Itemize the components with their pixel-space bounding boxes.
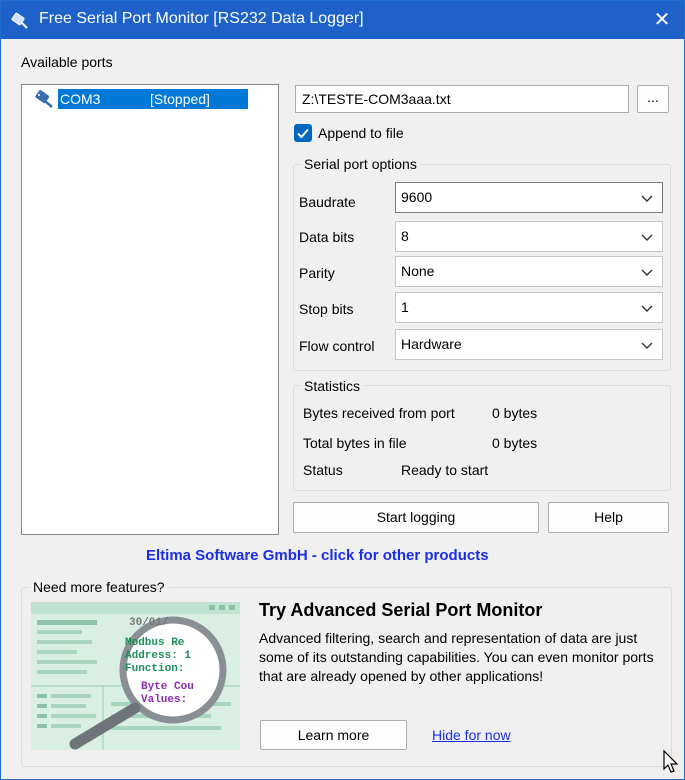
available-ports-label: Available ports bbox=[21, 54, 113, 70]
port-list[interactable]: COM3 [Stopped] bbox=[21, 84, 279, 535]
learn-more-button[interactable]: Learn more bbox=[260, 720, 407, 750]
port-item-selection[interactable]: COM3 [Stopped] bbox=[58, 89, 248, 109]
baudrate-label: Baudrate bbox=[299, 194, 356, 210]
company-link[interactable]: Eltima Software GmbH - click for other p… bbox=[146, 547, 489, 564]
parity-value: None bbox=[401, 263, 435, 279]
data-bits-value: 8 bbox=[401, 228, 409, 244]
chevron-down-icon bbox=[641, 342, 653, 349]
data-bits-select[interactable]: 8 bbox=[395, 221, 663, 252]
close-icon[interactable]: ✕ bbox=[640, 1, 684, 39]
title-bar: Free Serial Port Monitor [RS232 Data Log… bbox=[1, 1, 684, 39]
promo-image-line-values: Values: bbox=[141, 694, 187, 706]
append-to-file-checkbox[interactable] bbox=[294, 124, 312, 142]
hide-for-now-link[interactable]: Hide for now bbox=[432, 727, 511, 743]
chevron-down-icon bbox=[641, 195, 653, 202]
baudrate-select[interactable]: 9600 bbox=[395, 182, 663, 213]
promo-description: Advanced filtering, search and represent… bbox=[259, 630, 654, 684]
app-window: Free Serial Port Monitor [RS232 Data Log… bbox=[0, 0, 685, 780]
port-status: [Stopped] bbox=[150, 91, 210, 107]
port-name: COM3 bbox=[60, 91, 101, 107]
promo-illustration-image: 30/01/ Modbus Re Address: 1 Function: By… bbox=[31, 602, 240, 750]
chevron-down-icon bbox=[641, 305, 653, 312]
serial-port-options-title: Serial port options bbox=[300, 156, 421, 172]
file-path-field[interactable]: Z:\TESTE-COM3aaa.txt bbox=[295, 85, 629, 113]
total-bytes-value: 0 bytes bbox=[492, 435, 538, 451]
promo-image-line-address: Address: 1 bbox=[125, 650, 191, 662]
data-bits-label: Data bits bbox=[299, 229, 355, 245]
window-title: Free Serial Port Monitor [RS232 Data Log… bbox=[39, 10, 364, 27]
browse-button[interactable]: ... bbox=[637, 85, 669, 113]
bytes-received-value: 0 bytes bbox=[492, 405, 538, 421]
flow-control-label: Flow control bbox=[299, 338, 375, 354]
check-icon bbox=[297, 128, 309, 139]
append-to-file-label: Append to file bbox=[318, 125, 404, 141]
promo-image-line-function: Function: bbox=[125, 663, 184, 675]
statistics-title: Statistics bbox=[300, 378, 365, 394]
promo-image-line-modbus: Modbus Re bbox=[125, 637, 185, 649]
stop-bits-label: Stop bits bbox=[299, 301, 354, 317]
total-bytes-label: Total bytes in file bbox=[303, 435, 407, 451]
status-label: Status bbox=[303, 462, 343, 478]
bytes-received-label: Bytes received from port bbox=[303, 405, 455, 421]
file-path-value: Z:\TESTE-COM3aaa.txt bbox=[302, 91, 451, 107]
port-item-com3[interactable]: COM3 [Stopped] bbox=[26, 89, 248, 109]
chevron-down-icon bbox=[641, 234, 653, 241]
stop-bits-select[interactable]: 1 bbox=[395, 292, 663, 323]
flow-control-value: Hardware bbox=[401, 336, 462, 352]
parity-label: Parity bbox=[299, 265, 335, 281]
flow-control-select[interactable]: Hardware bbox=[395, 329, 663, 360]
promo-image-date: 30/01/ bbox=[129, 617, 169, 629]
promo-image-line-bytecount: Byte Cou bbox=[141, 681, 194, 693]
chevron-down-icon bbox=[641, 269, 653, 276]
status-value: Ready to start bbox=[401, 462, 489, 478]
serial-port-app-icon bbox=[11, 12, 28, 29]
resize-cursor-icon bbox=[663, 749, 679, 773]
help-button[interactable]: Help bbox=[548, 502, 669, 533]
start-logging-button[interactable]: Start logging bbox=[293, 502, 539, 533]
promo-group-title: Need more features? bbox=[29, 579, 169, 595]
stop-bits-value: 1 bbox=[401, 299, 409, 315]
serial-port-icon bbox=[35, 90, 53, 108]
parity-select[interactable]: None bbox=[395, 256, 663, 287]
promo-heading: Try Advanced Serial Port Monitor bbox=[259, 600, 543, 620]
baudrate-value: 9600 bbox=[401, 189, 433, 205]
